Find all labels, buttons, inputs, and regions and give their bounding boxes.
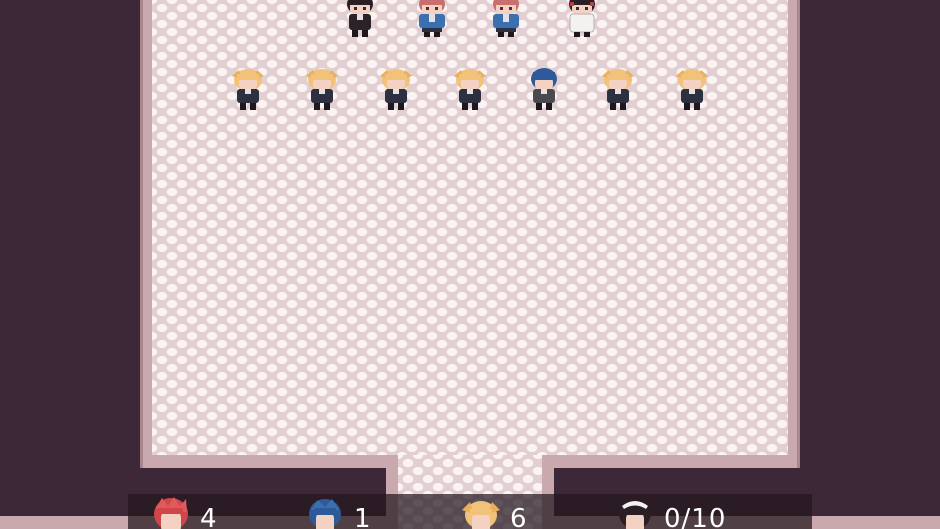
- blonde-face-icon: [460, 494, 502, 529]
- hud-maid-progress: 0/10: [614, 494, 726, 529]
- pink-haired-student-blue-jacket[interactable]: [410, 0, 454, 40]
- maid-face-icon: [614, 494, 656, 529]
- red-haired-count: 4: [200, 504, 218, 529]
- blonde-student[interactable]: [300, 66, 344, 114]
- void-left: [0, 0, 140, 529]
- blue-haired-count: 1: [354, 504, 372, 529]
- wall-edge-right: [797, 0, 800, 468]
- blue-haired-student[interactable]: [522, 66, 566, 114]
- hud-counter-bar: 4 1 6 0/10: [128, 494, 812, 529]
- blonde-count: 6: [510, 504, 528, 529]
- blonde-student[interactable]: [226, 66, 270, 114]
- maid[interactable]: [560, 0, 604, 40]
- hud-blue-haired-counter: 1: [304, 494, 372, 529]
- blonde-student[interactable]: [448, 66, 492, 114]
- blue-haired-face-icon: [304, 494, 346, 529]
- wall-bottom-left: [140, 455, 398, 468]
- wall-bottom-right: [542, 455, 800, 468]
- blonde-student[interactable]: [596, 66, 640, 114]
- blonde-student[interactable]: [374, 66, 418, 114]
- maid-progress-count: 0/10: [664, 504, 727, 529]
- blonde-student[interactable]: [670, 66, 714, 114]
- hud-red-haired-counter: 4: [150, 494, 218, 529]
- dark-haired-student[interactable]: [338, 0, 382, 40]
- hud-blonde-counter: 6: [460, 494, 528, 529]
- red-haired-face-icon: [150, 494, 192, 529]
- wall-edge-left: [140, 0, 143, 468]
- void-right: [800, 0, 940, 529]
- pink-haired-student-blue-jacket[interactable]: [484, 0, 528, 40]
